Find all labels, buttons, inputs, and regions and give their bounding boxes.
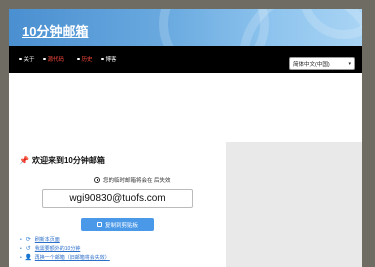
pushpin-icon: 📌 — [19, 156, 29, 165]
action-extend[interactable]: • ↺ 我需要额外的10分钟 — [20, 244, 110, 253]
refresh-icon: ⟳ — [25, 237, 31, 243]
nav-blog[interactable]: 博客 — [101, 55, 117, 63]
nav-source-code-label: 源代码 — [47, 57, 65, 63]
chevron-down-icon: ▾ — [348, 60, 351, 67]
language-select-value: 简体中文(中国) — [293, 61, 330, 68]
nav-history[interactable]: 历史 — [77, 55, 93, 63]
clock-icon — [94, 177, 100, 183]
navbar: 关于 源代码 历史 博客 简体中文(中国) ▾ — [9, 46, 362, 73]
sidebar-ad-area — [226, 142, 362, 267]
action-refresh-link[interactable]: 刷新本页面 — [35, 236, 60, 243]
page-frame: 10分钟邮箱 关于 源代码 历史 博客 简体中文(中国) ▾ 📌 欢迎来到10分… — [9, 9, 362, 267]
expire-note: 您的临时邮箱将会在 后失效 — [94, 176, 171, 184]
nav-history-label: 历史 — [81, 57, 93, 63]
action-extend-link[interactable]: 我需要额外的10分钟 — [35, 245, 81, 252]
language-select[interactable]: 简体中文(中国) ▾ — [289, 57, 355, 70]
email-address-field[interactable]: wgi90830@tuofs.com — [42, 189, 193, 208]
undo-icon: ↺ — [25, 246, 31, 252]
person-icon: 👤 — [24, 255, 33, 261]
copy-button-label: 复制到剪贴板 — [104, 222, 138, 229]
copy-icon — [96, 222, 102, 227]
page-title: 📌 欢迎来到10分钟邮箱 — [19, 155, 105, 166]
copy-to-clipboard-button[interactable]: 复制到剪贴板 — [81, 218, 154, 231]
nav-about-label: 关于 — [23, 57, 35, 63]
nav-about[interactable]: 关于 — [19, 55, 35, 63]
nav-blog-label: 博客 — [105, 57, 117, 63]
site-title-link[interactable]: 10分钟邮箱 — [22, 21, 88, 40]
expire-note-text: 您的临时邮箱将会在 后失效 — [103, 178, 171, 184]
page-title-text: 欢迎来到10分钟邮箱 — [31, 156, 105, 165]
nav-source-code[interactable]: 源代码 — [43, 55, 64, 63]
action-refresh[interactable]: • ⟳ 刷新本页面 — [20, 235, 110, 244]
action-new-mailbox-link[interactable]: 再换一个邮箱（旧邮箱将会失效） — [35, 254, 110, 261]
action-list: • ⟳ 刷新本页面 • ↺ 我需要额外的10分钟 • 👤 再换一个邮箱（旧邮箱将… — [20, 235, 110, 262]
action-new-mailbox[interactable]: • 👤 再换一个邮箱（旧邮箱将会失效） — [20, 253, 110, 262]
header-banner: 10分钟邮箱 — [9, 9, 362, 46]
